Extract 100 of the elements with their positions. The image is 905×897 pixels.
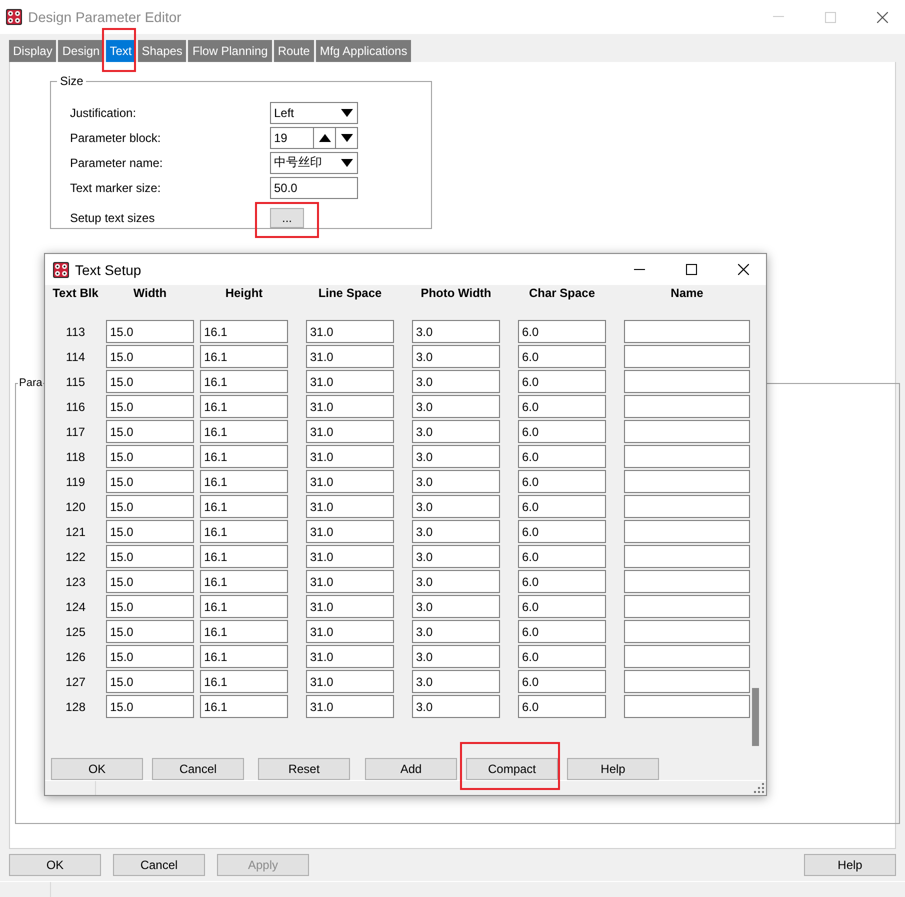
- input-field[interactable]: 31.0: [306, 395, 394, 418]
- input-field[interactable]: 16.1: [200, 620, 288, 643]
- input-field[interactable]: 16.1: [200, 520, 288, 543]
- input-field[interactable]: 6.0: [518, 445, 606, 468]
- input-field[interactable]: 31.0: [306, 370, 394, 393]
- input-field[interactable]: 3.0: [412, 470, 500, 493]
- up-arrow-icon[interactable]: [318, 134, 330, 142]
- tab[interactable]: Text: [106, 40, 136, 62]
- input-field[interactable]: 31.0: [306, 470, 394, 493]
- close-icon[interactable]: [876, 12, 888, 22]
- input-field[interactable]: 31.0: [306, 695, 394, 718]
- input-field[interactable]: 31.0: [306, 595, 394, 618]
- dialog-button[interactable]: OK: [51, 758, 143, 780]
- input-field[interactable]: 6.0: [518, 520, 606, 543]
- input-field[interactable]: 15.0: [106, 395, 194, 418]
- setup-button[interactable]: ...: [270, 208, 304, 228]
- input-field[interactable]: 15.0: [106, 420, 194, 443]
- dropdown-arrow-icon[interactable]: [340, 158, 352, 166]
- input-field[interactable]: 3.0: [412, 395, 500, 418]
- input-field[interactable]: 31.0: [306, 495, 394, 518]
- input-field[interactable]: 16.1: [200, 545, 288, 568]
- input-field[interactable]: 6.0: [518, 595, 606, 618]
- dialog-button[interactable]: Add: [365, 758, 457, 780]
- tab[interactable]: Mfg Applications: [316, 40, 412, 62]
- resize-grip-icon[interactable]: [754, 783, 764, 793]
- input-field[interactable]: 6.0: [518, 570, 606, 593]
- input-field[interactable]: 3.0: [412, 570, 500, 593]
- input-field[interactable]: 15.0: [106, 570, 194, 593]
- input-field[interactable]: 3.0: [412, 320, 500, 343]
- input-field[interactable]: 31.0: [306, 645, 394, 668]
- input-field[interactable]: 15.0: [106, 370, 194, 393]
- name-field[interactable]: [624, 645, 750, 668]
- input-field[interactable]: 6.0: [518, 620, 606, 643]
- name-field[interactable]: [624, 695, 750, 718]
- dropdown[interactable]: 中号丝印: [270, 152, 358, 174]
- input-field[interactable]: 15.0: [106, 595, 194, 618]
- input-field[interactable]: 16.1: [200, 370, 288, 393]
- name-field[interactable]: [624, 470, 750, 493]
- dialog-button[interactable]: OK: [9, 854, 101, 876]
- dialog-button[interactable]: Help: [804, 854, 896, 876]
- input-field[interactable]: 31.0: [306, 520, 394, 543]
- input-field[interactable]: 31.0: [306, 445, 394, 468]
- input-field[interactable]: 15.0: [106, 320, 194, 343]
- name-field[interactable]: [624, 345, 750, 368]
- input-field[interactable]: 3.0: [412, 520, 500, 543]
- input-field[interactable]: 15.0: [106, 670, 194, 693]
- input-field[interactable]: 16.1: [200, 645, 288, 668]
- input-field[interactable]: 16.1: [200, 495, 288, 518]
- input-field[interactable]: 6.0: [518, 495, 606, 518]
- tab[interactable]: Shapes: [138, 40, 186, 62]
- input-field[interactable]: 15.0: [106, 620, 194, 643]
- input-field[interactable]: 31.0: [306, 620, 394, 643]
- input-field[interactable]: 15.0: [106, 695, 194, 718]
- input-field[interactable]: 3.0: [412, 445, 500, 468]
- name-field[interactable]: [624, 445, 750, 468]
- dropdown[interactable]: Left: [270, 102, 358, 124]
- input-field[interactable]: 3.0: [412, 595, 500, 618]
- tab[interactable]: Route: [274, 40, 314, 62]
- input-field[interactable]: 50.0: [270, 176, 358, 198]
- input-field[interactable]: 15.0: [106, 470, 194, 493]
- input-field[interactable]: 6.0: [518, 395, 606, 418]
- input-field[interactable]: 31.0: [306, 420, 394, 443]
- input-field[interactable]: 16.1: [200, 595, 288, 618]
- input-field[interactable]: 3.0: [412, 370, 500, 393]
- input-field[interactable]: 3.0: [412, 695, 500, 718]
- input-field[interactable]: 31.0: [306, 545, 394, 568]
- input-field[interactable]: 15.0: [106, 545, 194, 568]
- input-field[interactable]: 6.0: [518, 420, 606, 443]
- input-field[interactable]: 3.0: [412, 645, 500, 668]
- input-field[interactable]: 15.0: [106, 495, 194, 518]
- name-field[interactable]: [624, 370, 750, 393]
- input-field[interactable]: 6.0: [518, 320, 606, 343]
- input-field[interactable]: 31.0: [306, 320, 394, 343]
- input-field[interactable]: 3.0: [412, 670, 500, 693]
- input-field[interactable]: 16.1: [200, 670, 288, 693]
- scrollbar-thumb[interactable]: [752, 688, 759, 746]
- input-field[interactable]: 3.0: [412, 620, 500, 643]
- name-field[interactable]: [624, 395, 750, 418]
- name-field[interactable]: [624, 545, 750, 568]
- dropdown-arrow-icon[interactable]: [340, 108, 352, 116]
- input-field[interactable]: 16.1: [200, 470, 288, 493]
- spinner-field[interactable]: 19: [270, 126, 358, 148]
- dialog-button[interactable]: Cancel: [113, 854, 205, 876]
- input-field[interactable]: 6.0: [518, 695, 606, 718]
- input-field[interactable]: 16.1: [200, 395, 288, 418]
- input-field[interactable]: 15.0: [106, 520, 194, 543]
- input-field[interactable]: 16.1: [200, 695, 288, 718]
- input-field[interactable]: 15.0: [106, 645, 194, 668]
- maximize-icon[interactable]: [686, 264, 696, 275]
- name-field[interactable]: [624, 495, 750, 518]
- name-field[interactable]: [624, 570, 750, 593]
- name-field[interactable]: [624, 670, 750, 693]
- name-field[interactable]: [624, 620, 750, 643]
- name-field[interactable]: [624, 420, 750, 443]
- dropdown-arrow-icon[interactable]: [340, 134, 352, 142]
- input-field[interactable]: 16.1: [200, 570, 288, 593]
- close-icon[interactable]: [738, 264, 748, 275]
- input-field[interactable]: 31.0: [306, 670, 394, 693]
- input-field[interactable]: 6.0: [518, 470, 606, 493]
- input-field[interactable]: 16.1: [200, 445, 288, 468]
